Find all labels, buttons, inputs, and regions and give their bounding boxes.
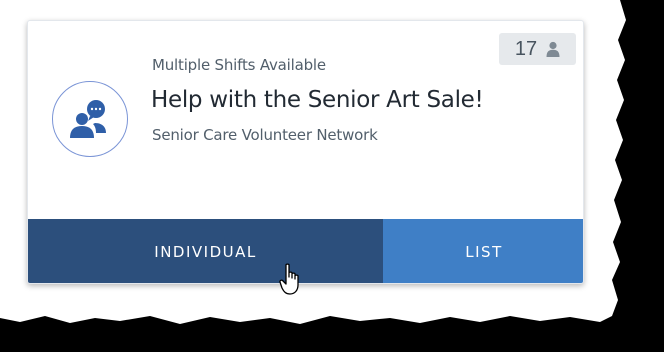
organization-name[interactable]: Senior Care Volunteer Network bbox=[152, 126, 378, 144]
person-icon bbox=[546, 41, 560, 57]
shift-availability-label: Multiple Shifts Available bbox=[152, 56, 326, 74]
opportunity-card[interactable]: 17 Multiple Shifts Available Help with t… bbox=[27, 20, 584, 284]
action-bar: INDIVIDUAL LIST bbox=[28, 219, 583, 283]
list-button[interactable]: LIST bbox=[383, 219, 583, 283]
volunteer-count-badge: 17 bbox=[499, 33, 576, 65]
opportunity-title[interactable]: Help with the Senior Art Sale! bbox=[151, 87, 484, 113]
volunteer-count: 17 bbox=[514, 37, 538, 60]
chat-people-icon bbox=[70, 100, 106, 138]
individual-button[interactable]: INDIVIDUAL bbox=[28, 219, 383, 283]
organization-avatar bbox=[52, 81, 128, 157]
